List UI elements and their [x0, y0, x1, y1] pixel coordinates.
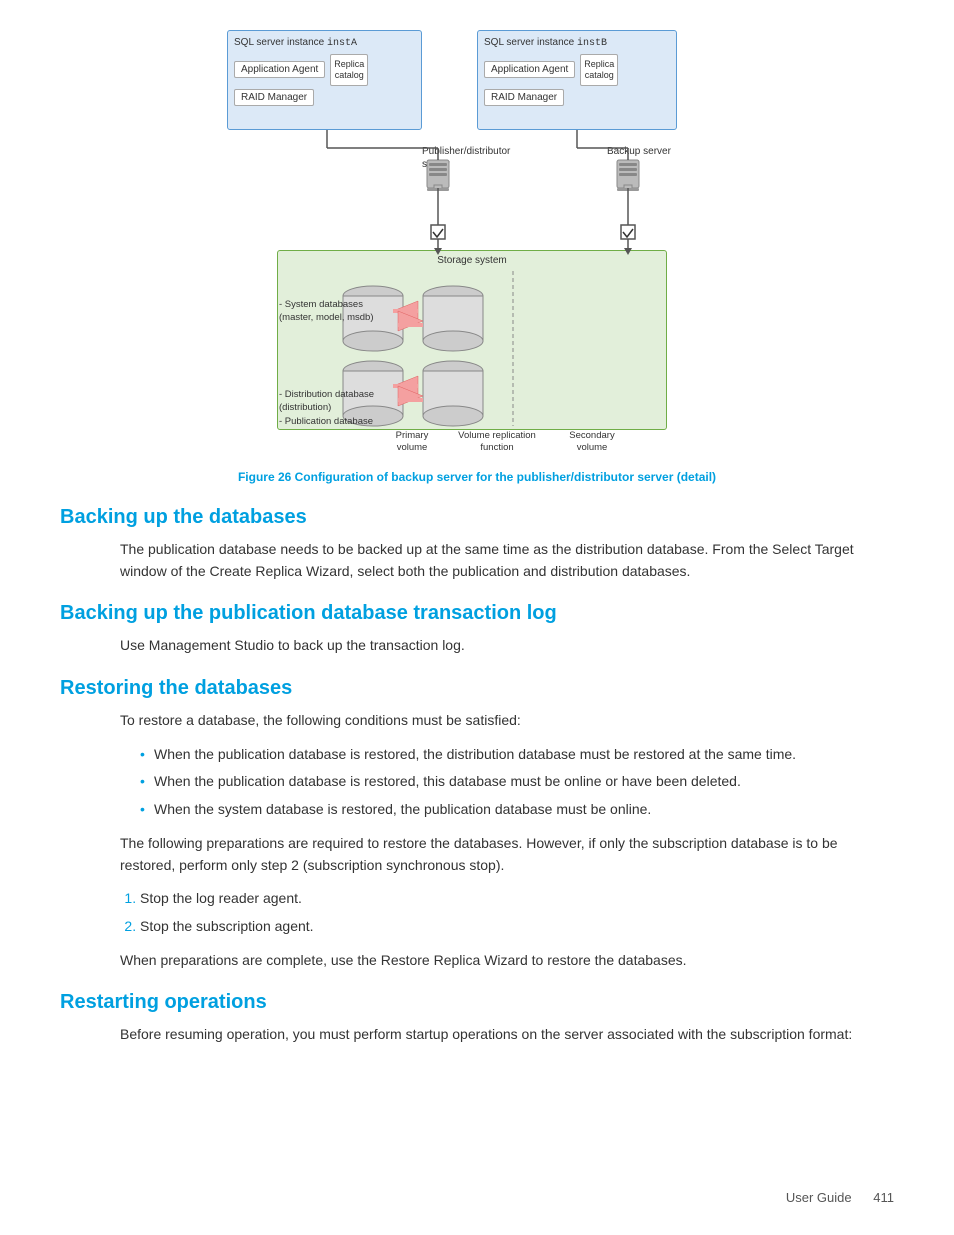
- raid-manager-button-b: RAID Manager: [484, 89, 564, 106]
- heading-backing-up-log: Backing up the publication database tran…: [60, 602, 894, 625]
- bullet-list-restoring: When the publication database is restore…: [140, 744, 894, 821]
- section-restoring: Restoring the databases To restore a dat…: [60, 677, 894, 971]
- sql-instance-a-box: SQL server instance instA Application Ag…: [227, 30, 422, 130]
- volume-replication-label: Volume replicationfunction: [452, 430, 542, 455]
- bullet-item-2: When the publication database is restore…: [140, 771, 894, 793]
- bullet-item-3: When the system database is restored, th…: [140, 799, 894, 821]
- heading-restarting: Restarting operations: [60, 991, 894, 1014]
- replica-catalog-b: Replicacatalog: [580, 54, 618, 86]
- section-backing-up: Backing up the databases The publication…: [60, 506, 894, 582]
- app-agent-button-b: Application Agent: [484, 61, 575, 78]
- secondary-volume-label: Secondaryvolume: [557, 430, 627, 455]
- body-restarting: Before resuming operation, you must perf…: [120, 1024, 894, 1046]
- heading-backing-up: Backing up the databases: [60, 506, 894, 529]
- intro-restoring: To restore a database, the following con…: [120, 710, 894, 732]
- steps-restoring: Stop the log reader agent. Stop the subs…: [140, 888, 894, 937]
- diagram: SQL server instance instA Application Ag…: [227, 30, 727, 460]
- heading-restoring: Restoring the databases: [60, 677, 894, 700]
- sql-instance-a-title: SQL server instance instA: [234, 37, 415, 49]
- dist-db-label: - Distribution database(distribution)- P…: [279, 388, 399, 428]
- footer-page-number: 411: [873, 1190, 894, 1205]
- body-backing-up: The publication database needs to be bac…: [120, 539, 894, 582]
- app-agent-row-a: Application Agent Replicacatalog: [234, 54, 415, 86]
- system-db-label: - System databases(master, model, msdb): [279, 298, 389, 325]
- figure-caption: Figure 26 Configuration of backup server…: [60, 470, 894, 484]
- diagram-container: SQL server instance instA Application Ag…: [60, 30, 894, 460]
- page: SQL server instance instA Application Ag…: [0, 0, 954, 1118]
- storage-label: Storage system: [278, 255, 666, 266]
- publisher-label: Publisher/distributor server: [422, 145, 512, 171]
- sql-instance-b-box: SQL server instance instB Application Ag…: [477, 30, 677, 130]
- section-restarting: Restarting operations Before resuming op…: [60, 991, 894, 1046]
- app-agent-row-b: Application Agent Replicacatalog: [484, 54, 670, 86]
- body3-restoring: When preparations are complete, use the …: [120, 950, 894, 972]
- step-2: Stop the subscription agent.: [140, 916, 894, 938]
- bullet-item-1: When the publication database is restore…: [140, 744, 894, 766]
- page-footer: User Guide 411: [786, 1190, 894, 1205]
- raid-manager-row-b: RAID Manager: [484, 89, 670, 106]
- sql-instance-b-title: SQL server instance instB: [484, 37, 670, 49]
- app-agent-button-a: Application Agent: [234, 61, 325, 78]
- section-backing-up-log: Backing up the publication database tran…: [60, 602, 894, 657]
- raid-manager-row-a: RAID Manager: [234, 89, 415, 106]
- step-1: Stop the log reader agent.: [140, 888, 894, 910]
- primary-volume-label: Primaryvolume: [382, 430, 442, 455]
- backup-server-label: Backup server: [607, 145, 687, 158]
- raid-manager-button-a: RAID Manager: [234, 89, 314, 106]
- body2-restoring: The following preparations are required …: [120, 833, 894, 876]
- replica-catalog-a: Replicacatalog: [330, 54, 368, 86]
- body-backing-up-log: Use Management Studio to back up the tra…: [120, 635, 894, 657]
- footer-label: User Guide: [786, 1190, 852, 1205]
